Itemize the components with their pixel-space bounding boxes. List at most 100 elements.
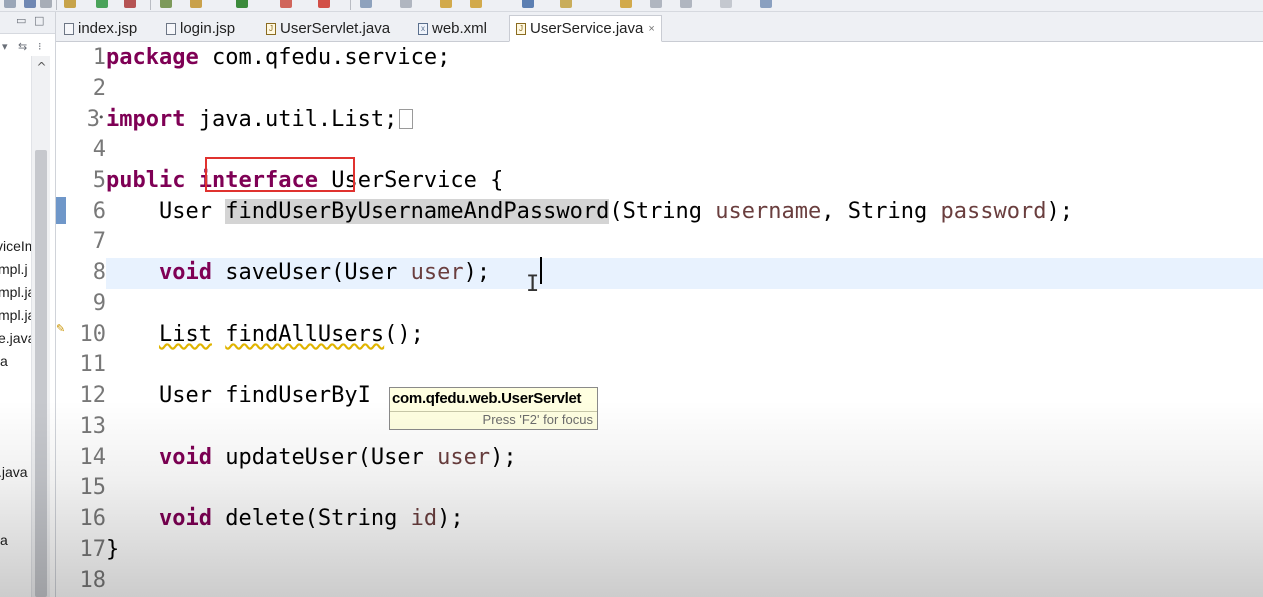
previous-annotation-icon[interactable] xyxy=(400,0,412,8)
pin-editor-icon[interactable] xyxy=(680,0,692,8)
tab-login-jsp[interactable]: login.jsp xyxy=(160,15,241,42)
line-number: 17 xyxy=(79,537,107,562)
scroll-up-icon[interactable]: ^ xyxy=(35,60,48,74)
code-line: 6 User findUserByUsernameAndPassword(Str… xyxy=(56,197,1263,228)
toolbar-separator xyxy=(56,0,57,10)
folded-imports-box[interactable] xyxy=(399,109,414,129)
line-number: 4 xyxy=(92,137,106,162)
code-line: 14 void updateUser(User user); xyxy=(56,443,1263,474)
code-text: void updateUser(User user); xyxy=(158,445,517,470)
code-line: 9 xyxy=(56,289,1263,320)
run-icon[interactable] xyxy=(96,0,108,8)
line-number: 6 xyxy=(92,199,106,224)
tree-item[interactable]: mpl.ja xyxy=(0,307,31,323)
tree-item-label: a xyxy=(0,353,8,369)
debug-icon[interactable] xyxy=(64,0,76,8)
external-tools-icon[interactable] xyxy=(124,0,136,8)
last-edit-icon[interactable] xyxy=(440,0,452,8)
tab-userservice-java[interactable]: J UserService.java × xyxy=(509,15,662,42)
tab-index-jsp[interactable]: index.jsp xyxy=(58,15,143,42)
open-type-icon[interactable] xyxy=(280,0,292,8)
open-perspective-icon[interactable] xyxy=(560,0,572,8)
package-tree: viceIm mpl.j mpl.ja mpl.ja e.java a .jav… xyxy=(0,12,31,597)
package-explorer-panel: ▭ □ ▾ ⇆ ⁝ viceIm mpl.j mpl.ja mpl.ja e.j… xyxy=(0,12,56,597)
tree-item-label: mpl.ja xyxy=(0,284,31,300)
tree-item[interactable]: a xyxy=(0,532,31,548)
code-line: 2 xyxy=(56,74,1263,105)
save-icon[interactable] xyxy=(24,0,36,8)
back-icon[interactable] xyxy=(470,0,482,8)
code-line: 13 xyxy=(56,412,1263,443)
tree-item[interactable]: viceIm xyxy=(0,238,31,254)
line-number: 13 xyxy=(79,414,107,439)
view-menu-icon[interactable]: ⁝ xyxy=(38,40,42,54)
code-line: 8 void saveUser(User user); xyxy=(56,258,1263,289)
code-line: 11 xyxy=(56,350,1263,381)
perspective-icon[interactable] xyxy=(760,0,772,8)
line-number: 2 xyxy=(92,76,106,101)
tab-label: login.jsp xyxy=(180,20,236,37)
new-package-icon[interactable] xyxy=(190,0,202,8)
tree-item-label: a xyxy=(0,532,8,548)
tree-item[interactable]: mpl.j xyxy=(0,261,31,277)
line-number: 3 xyxy=(86,107,100,132)
scroll-thumb[interactable] xyxy=(35,150,47,597)
line-number: 5 xyxy=(92,168,106,193)
line-number: 14 xyxy=(79,445,107,470)
package-explorer-scrollbar[interactable]: ^ xyxy=(31,56,50,597)
line-number: 15 xyxy=(79,475,107,500)
print-icon[interactable] xyxy=(40,0,52,8)
tree-item[interactable]: mpl.ja xyxy=(0,284,31,300)
line-number: 18 xyxy=(79,568,107,593)
code-editor[interactable]: • ✎ 1 package com.qfedu.service; 2 3 imp… xyxy=(56,43,1263,597)
line-number: 7 xyxy=(92,229,106,254)
close-tab-icon[interactable]: × xyxy=(648,23,654,35)
code-text: void delete(String id); xyxy=(158,506,464,531)
tree-item[interactable]: a xyxy=(0,353,31,369)
forward-icon[interactable] xyxy=(522,0,534,8)
tree-item-label: .java xyxy=(0,464,28,480)
tab-userservlet-java[interactable]: J UserServlet.java xyxy=(260,15,396,42)
tab-web-xml[interactable]: x web.xml xyxy=(412,15,493,42)
code-line: 17 } xyxy=(56,535,1263,566)
navigate-forward-icon[interactable] xyxy=(650,0,662,8)
code-line: 3 import java.util.List; xyxy=(56,105,1263,136)
new-icon[interactable] xyxy=(4,0,16,8)
code-line: 16 void delete(String id); xyxy=(56,504,1263,535)
maximize-button[interactable]: □ xyxy=(34,14,44,28)
tree-item-label: viceIm xyxy=(0,238,31,254)
line-number: 11 xyxy=(79,352,107,377)
tree-item[interactable]: e.java xyxy=(0,330,31,346)
hover-tooltip[interactable]: com.qfedu.web.UserServlet Press 'F2' for… xyxy=(389,387,598,430)
line-number: 8 xyxy=(92,260,106,285)
tab-label: UserServlet.java xyxy=(280,20,391,37)
next-annotation-icon[interactable] xyxy=(360,0,372,8)
code-line: 15 xyxy=(56,473,1263,504)
line-number: 10 xyxy=(79,322,107,347)
tree-item-label: e.java xyxy=(0,330,31,346)
toolbar-separator xyxy=(150,0,151,10)
new-java-project-icon[interactable] xyxy=(160,0,172,8)
code-text: import java.util.List; xyxy=(106,105,414,135)
xml-file-icon: x xyxy=(418,22,428,35)
new-class-icon[interactable] xyxy=(236,0,248,8)
code-text: } xyxy=(106,537,120,562)
line-number: 12 xyxy=(79,383,107,408)
tab-label: index.jsp xyxy=(78,20,138,37)
code-line: 10 List findAllUsers(); xyxy=(56,320,1263,351)
jsp-file-icon xyxy=(64,22,74,35)
code-line: 1 package com.qfedu.service; xyxy=(56,43,1263,74)
tab-label: UserService.java xyxy=(530,20,644,37)
code-line: 7 xyxy=(56,227,1263,258)
highlight-box xyxy=(205,157,355,192)
code-text: User findUserByI xyxy=(158,383,371,408)
history-back-icon[interactable] xyxy=(720,0,732,8)
java-file-icon: J xyxy=(516,22,526,35)
tree-item[interactable]: .java xyxy=(0,464,31,480)
code-text: User findUserByUsernameAndPassword(Strin… xyxy=(158,199,1073,224)
navigate-back-icon[interactable] xyxy=(620,0,632,8)
editor-tab-bar: index.jsp login.jsp J UserServlet.java x… xyxy=(56,12,1263,42)
search-icon[interactable] xyxy=(318,0,330,8)
line-number: 16 xyxy=(79,506,107,531)
code-line: 12 User findUserByI xyxy=(56,381,1263,412)
